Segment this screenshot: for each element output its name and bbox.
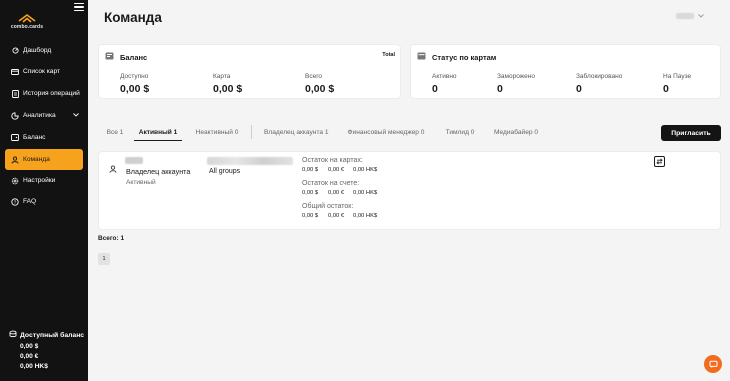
sidebar: combo.cards Дашборд Список карт История …: [0, 0, 88, 381]
balance-eur: 0,00 €: [328, 213, 345, 219]
chat-icon: [709, 360, 717, 368]
sidebar-item-dashboard[interactable]: Дашборд: [5, 41, 83, 60]
cards-status-title: Статус по картам: [417, 52, 496, 62]
sidebar-item-label: Список карт: [23, 68, 61, 75]
tab-finance-manager[interactable]: Финансовый менеджер 0: [347, 124, 425, 141]
member-name-redacted: [125, 157, 143, 164]
member-email-redacted: [207, 157, 293, 165]
stat-card: Карта 0,00 $: [213, 73, 243, 95]
svg-text:?: ?: [14, 199, 17, 204]
sidebar-item-label: Аналитика: [23, 112, 56, 119]
sidebar-item-team[interactable]: Команда: [5, 149, 83, 170]
tab-account-owner[interactable]: Владелец аккаунта 1: [264, 124, 329, 141]
team-icon: [11, 156, 19, 164]
balance-card-title: Баланс: [105, 52, 147, 62]
chevron-down-icon: [698, 14, 704, 18]
user-name-redacted: [676, 13, 694, 19]
total-toggle[interactable]: Total: [382, 52, 395, 58]
tab-active[interactable]: Активный 1: [134, 124, 182, 141]
tab-all[interactable]: Все 1: [104, 124, 126, 141]
sidebar-item-analytics[interactable]: Аналитика: [5, 106, 83, 125]
sidebar-item-label: Команда: [23, 156, 50, 163]
available-balance: Доступный баланс 0,00 $ 0,00 € 0,00 HK$: [9, 330, 85, 370]
sidebar-item-label: Баланс: [23, 134, 46, 141]
balance-hkd: 0,00 HK$: [353, 167, 378, 173]
balance-usd: 0,00 $: [302, 213, 319, 219]
stat-blocked: Заблокировано 0: [576, 73, 623, 95]
balance-eur: 0,00 €: [328, 190, 345, 196]
dashboard-icon: [11, 47, 19, 55]
member-status: Активный: [126, 179, 156, 186]
stat-total: Всего 0,00 $: [305, 73, 335, 95]
help-icon: ?: [11, 197, 19, 206]
cards-balance: Остаток на картах: 0,00 $ 0,00 € 0,00 HK…: [302, 157, 378, 173]
stat-active: Активно 0: [432, 73, 457, 95]
gear-icon: [11, 177, 19, 185]
tab-media-buyer[interactable]: Медиабайер 0: [493, 124, 539, 141]
sidebar-item-cards[interactable]: Список карт: [5, 62, 83, 81]
balance-hkd: 0,00 HK$: [353, 213, 378, 219]
swap-icon: [656, 158, 663, 165]
sidebar-item-settings[interactable]: Настройки: [5, 171, 83, 190]
history-icon: [11, 89, 19, 98]
balance-usd: 0,00 $: [302, 167, 319, 173]
invite-button[interactable]: Пригласить: [661, 125, 721, 141]
user-menu[interactable]: [676, 13, 704, 19]
available-balance-usd: 0,00 $: [20, 343, 39, 350]
brand-logo[interactable]: combo.cards: [10, 13, 44, 30]
cards-status-card: Статус по картам Активно 0 Заморожено 0 …: [410, 44, 721, 99]
card-icon: [11, 68, 19, 76]
sidebar-item-history[interactable]: История операций: [5, 84, 83, 103]
tab-inactive[interactable]: Неактивный 0: [195, 124, 239, 141]
available-balance-eur: 0,00 €: [20, 353, 39, 360]
sidebar-item-balance[interactable]: Баланс: [5, 128, 83, 147]
total-count: Всего: 1: [98, 235, 125, 242]
logo-text: combo.cards: [10, 24, 44, 30]
balance-card: Баланс Total Доступно 0,00 $ Карта 0,00 …: [98, 44, 401, 99]
sidebar-item-label: Настройки: [23, 177, 56, 184]
analytics-icon: [11, 111, 19, 120]
pagination-page[interactable]: 1: [98, 253, 110, 265]
sidebar-item-label: История операций: [23, 90, 80, 97]
member-group: All groups: [209, 168, 241, 175]
available-balance-title: Доступный баланс: [9, 330, 85, 340]
sidebar-item-label: FAQ: [23, 198, 37, 205]
balance-hkd: 0,00 HK$: [353, 190, 378, 196]
stat-frozen: Заморожено 0: [497, 73, 535, 95]
card-icon: [417, 52, 426, 62]
menu-toggle-icon[interactable]: [74, 3, 84, 11]
total-balance: Общий остаток: 0,00 $ 0,00 € 0,00 HK$: [302, 203, 378, 219]
stat-paused: На Паузе 0: [663, 73, 692, 95]
logo-mark-icon: [18, 14, 36, 23]
page-title: Команда: [104, 10, 162, 25]
member-role: Владелец аккаунта: [126, 167, 191, 176]
balance-eur: 0,00 €: [328, 167, 345, 173]
wallet-icon: [11, 134, 19, 142]
available-balance-hkd: 0,00 HK$: [20, 363, 48, 370]
support-chat-button[interactable]: [704, 355, 722, 373]
account-balance: Остаток на счете: 0,00 $ 0,00 € 0,00 HK$: [302, 180, 378, 196]
wallet-icon: [105, 52, 114, 62]
member-card: Владелец аккаунта Активный All groups Ос…: [98, 151, 721, 230]
stat-available: Доступно 0,00 $: [120, 73, 150, 95]
tab-divider: [251, 125, 252, 139]
user-icon: [109, 160, 117, 178]
chevron-down-icon: [73, 113, 79, 117]
tab-teamlead[interactable]: Тимлид 0: [445, 124, 475, 141]
sidebar-item-faq[interactable]: ? FAQ: [5, 192, 83, 211]
edit-member-button[interactable]: [654, 156, 665, 167]
coins-icon: [9, 330, 17, 340]
balance-usd: 0,00 $: [302, 190, 319, 196]
sidebar-item-label: Дашборд: [23, 47, 52, 54]
